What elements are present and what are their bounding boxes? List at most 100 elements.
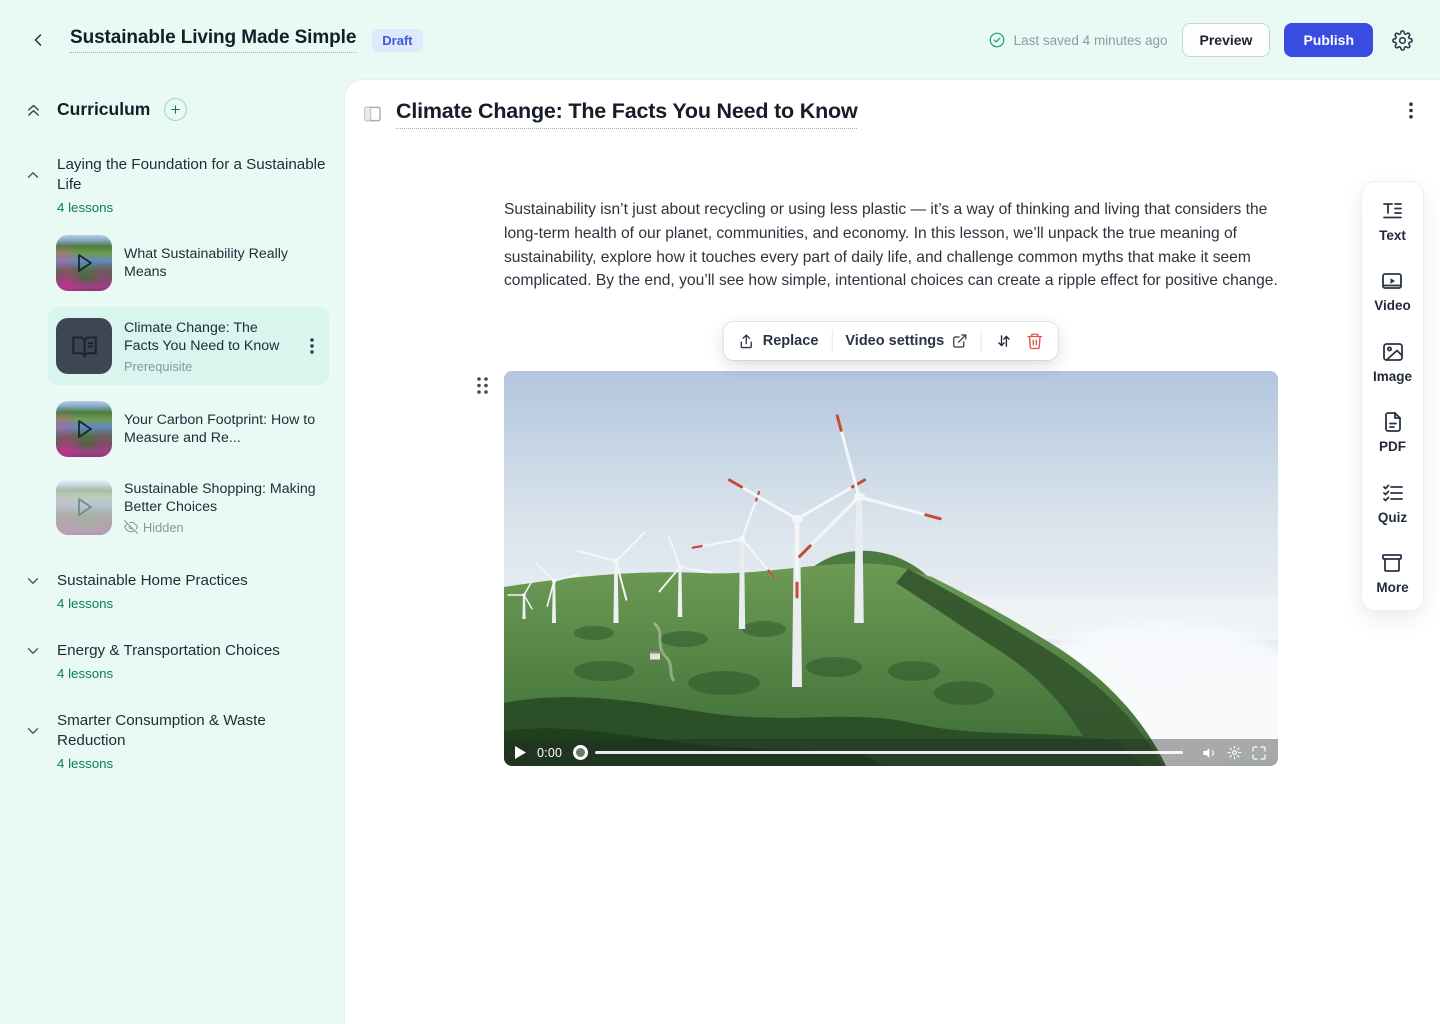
- chevrons-up-icon: [24, 100, 43, 119]
- drag-dots-icon: [476, 376, 489, 395]
- play-icon: [72, 250, 96, 276]
- external-link-icon: [952, 333, 968, 349]
- chevron-down-icon: [24, 642, 42, 660]
- video-player[interactable]: 0:00: [504, 371, 1278, 766]
- video-frame-wind-turbines: [504, 371, 1278, 766]
- progress-track[interactable]: [595, 751, 1183, 754]
- insert-pdf-button[interactable]: PDF: [1379, 410, 1406, 454]
- preview-button[interactable]: Preview: [1182, 23, 1271, 57]
- course-title[interactable]: Sustainable Living Made Simple: [70, 27, 356, 53]
- eye-off-icon: [124, 520, 138, 534]
- section-header[interactable]: Sustainable Home Practices 4 lessons: [24, 571, 329, 611]
- lesson-badge: Hidden: [143, 520, 184, 535]
- insert-image-button[interactable]: Image: [1373, 340, 1412, 384]
- lesson-title-heading[interactable]: Climate Change: The Facts You Need to Kn…: [396, 99, 857, 129]
- block-label: Quiz: [1378, 510, 1407, 525]
- add-section-button[interactable]: [164, 98, 187, 121]
- toggle-sidebar-button[interactable]: [362, 104, 383, 124]
- reading-lesson-icon: [56, 318, 112, 374]
- lesson-menu-button[interactable]: [303, 337, 321, 355]
- section-header[interactable]: Laying the Foundation for a Sustainable …: [24, 155, 329, 215]
- play-button[interactable]: [515, 746, 526, 759]
- chevron-left-icon: [28, 30, 48, 50]
- video-block-toolbar: Replace Video settings: [724, 322, 1058, 360]
- collapse-all-button[interactable]: [24, 100, 43, 119]
- plus-icon: [169, 103, 182, 116]
- gear-icon: [1392, 30, 1413, 51]
- video-thumbnail: [56, 479, 112, 535]
- video-icon: [1380, 269, 1404, 293]
- section-header[interactable]: Energy & Transportation Choices 4 lesson…: [24, 641, 329, 681]
- fullscreen-button[interactable]: [1251, 745, 1267, 761]
- progress-handle[interactable]: [573, 745, 588, 760]
- divider: [831, 330, 832, 352]
- publish-button[interactable]: Publish: [1284, 23, 1373, 57]
- video-settings-button[interactable]: Video settings: [845, 333, 968, 349]
- video-settings-gear-button[interactable]: [1227, 745, 1242, 760]
- lesson-item-climate-change[interactable]: Climate Change: The Facts You Need to Kn…: [48, 307, 329, 385]
- panel-left-icon: [362, 104, 383, 124]
- volume-button[interactable]: [1202, 745, 1218, 761]
- lesson-item-sustainable-shopping[interactable]: Sustainable Shopping: Making Better Choi…: [48, 473, 329, 541]
- current-time: 0:00: [537, 746, 562, 760]
- section-title: Energy & Transportation Choices: [57, 641, 329, 661]
- check-circle-icon: [988, 31, 1006, 49]
- insert-more-button[interactable]: More: [1376, 551, 1408, 595]
- section-lesson-count: 4 lessons: [57, 666, 329, 681]
- lesson-item-what-sustainability[interactable]: What Sustainability Really Means: [48, 229, 329, 297]
- lesson-title: Sustainable Shopping: Making Better Choi…: [124, 480, 321, 517]
- block-drag-handle[interactable]: [476, 376, 489, 400]
- video-settings-label: Video settings: [845, 333, 944, 349]
- section-lesson-count: 4 lessons: [57, 200, 329, 215]
- block-label: Image: [1373, 369, 1412, 384]
- quiz-checklist-icon: [1381, 481, 1405, 505]
- image-icon: [1381, 340, 1405, 364]
- sort-arrows-icon: [995, 332, 1013, 350]
- section-title: Laying the Foundation for a Sustainable …: [57, 155, 329, 195]
- lesson-editor-panel: Climate Change: The Facts You Need to Kn…: [345, 80, 1440, 1024]
- section-smarter-consumption: Smarter Consumption & Waste Reduction 4 …: [24, 711, 329, 771]
- block-label: More: [1376, 580, 1408, 595]
- play-icon: [72, 416, 96, 442]
- video-controls-bar: 0:00: [504, 739, 1278, 766]
- settings-button[interactable]: [1389, 27, 1415, 53]
- block-label: PDF: [1379, 439, 1406, 454]
- lesson-options-button[interactable]: [1409, 102, 1413, 124]
- text-icon: [1380, 199, 1404, 223]
- curriculum-sidebar: Curriculum Laying the Foundation for a S…: [0, 80, 345, 1024]
- section-header[interactable]: Smarter Consumption & Waste Reduction 4 …: [24, 711, 329, 771]
- insert-quiz-button[interactable]: Quiz: [1378, 481, 1407, 525]
- delete-block-button[interactable]: [1026, 332, 1044, 350]
- lesson-item-carbon-footprint[interactable]: Your Carbon Footprint: How to Measure an…: [48, 395, 329, 463]
- more-blocks-icon: [1380, 551, 1404, 575]
- kebab-icon: [310, 338, 314, 354]
- pdf-file-icon: [1381, 410, 1405, 434]
- divider: [981, 330, 982, 352]
- volume-icon: [1202, 745, 1218, 761]
- last-saved-text: Last saved 4 minutes ago: [1014, 33, 1168, 48]
- book-open-icon: [71, 333, 98, 360]
- section-energy-transportation: Energy & Transportation Choices 4 lesson…: [24, 641, 329, 681]
- back-button[interactable]: [25, 27, 51, 53]
- section-title: Sustainable Home Practices: [57, 571, 329, 591]
- topbar: Sustainable Living Made Simple Draft Las…: [0, 0, 1440, 80]
- upload-icon: [738, 333, 755, 350]
- curriculum-title: Curriculum: [57, 99, 150, 120]
- block-label: Text: [1379, 228, 1406, 243]
- insert-blocks-panel: Text Video Image PDF Quiz More: [1361, 181, 1424, 611]
- lesson-title: What Sustainability Really Means: [124, 245, 321, 282]
- reorder-block-button[interactable]: [995, 332, 1013, 350]
- lesson-intro-paragraph[interactable]: Sustainability isn’t just about recyclin…: [504, 198, 1284, 293]
- section-lesson-count: 4 lessons: [57, 756, 329, 771]
- insert-video-button[interactable]: Video: [1374, 269, 1411, 313]
- section-lesson-count: 4 lessons: [57, 596, 329, 611]
- gear-icon: [1227, 745, 1242, 760]
- replace-button[interactable]: Replace: [738, 333, 819, 350]
- fullscreen-icon: [1251, 745, 1267, 761]
- video-thumbnail: [56, 401, 112, 457]
- status-badge: Draft: [372, 29, 422, 52]
- last-saved-status: Last saved 4 minutes ago: [988, 31, 1168, 49]
- insert-text-button[interactable]: Text: [1379, 199, 1406, 243]
- lesson-badge: Prerequisite: [124, 359, 291, 374]
- video-thumbnail: [56, 235, 112, 291]
